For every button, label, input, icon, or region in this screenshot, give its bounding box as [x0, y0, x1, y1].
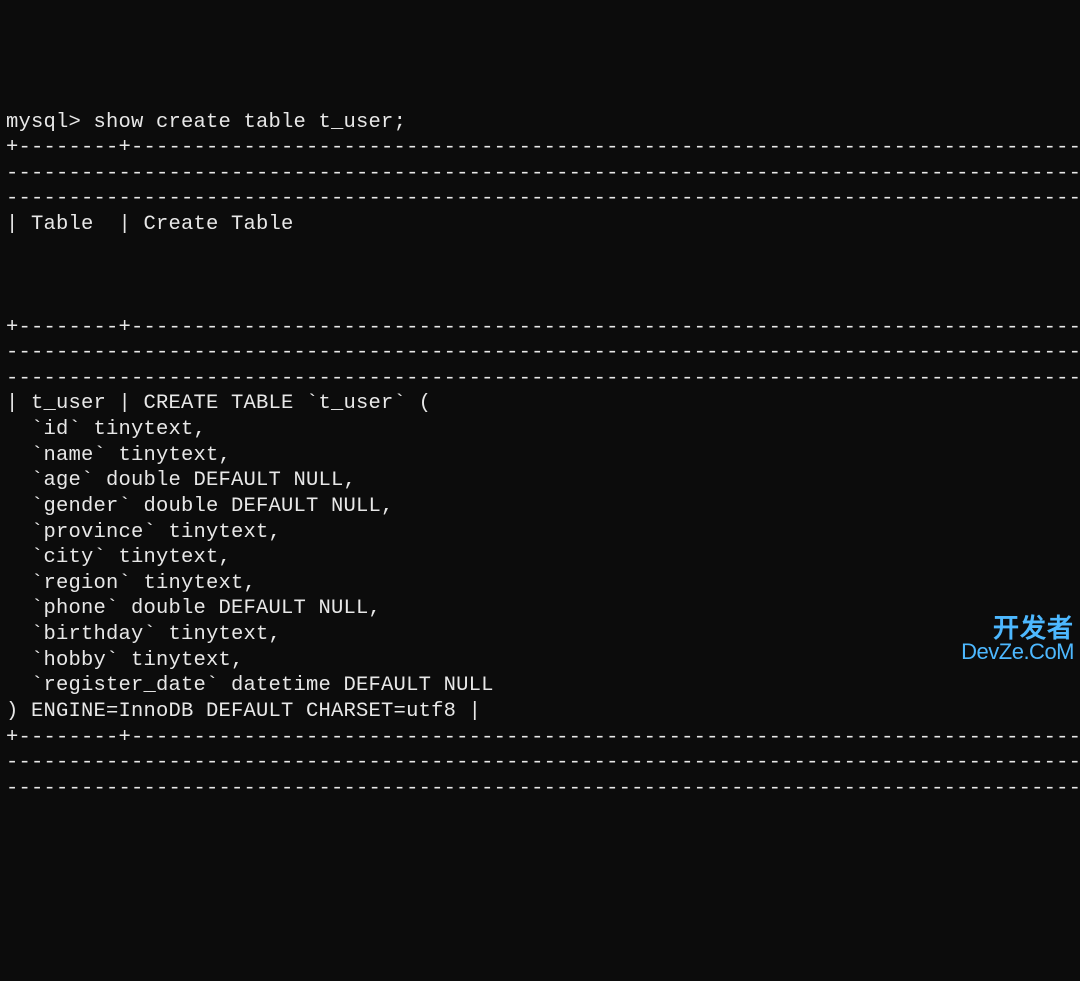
separator-line: +--------+------------------------------…	[6, 316, 1080, 339]
separator-line: +--------+------------------------------…	[6, 136, 1080, 159]
separator-line: ----------------------------------------…	[6, 751, 1080, 774]
separator-line: +--------+------------------------------…	[6, 726, 1080, 749]
column-definition: `age` double DEFAULT NULL,	[6, 469, 356, 492]
column-definition: `gender` double DEFAULT NULL,	[6, 495, 394, 518]
watermark-text-top: 开发者	[993, 615, 1074, 641]
column-definition: `id` tinytext,	[6, 418, 206, 441]
watermark: 开发者 DevZe.CoM	[961, 615, 1074, 663]
table-header-end: |	[6, 290, 1080, 313]
column-definition: `hobby` tinytext,	[6, 649, 244, 672]
separator-line: ----------------------------------------…	[6, 777, 1080, 800]
create-table-line: | t_user | CREATE TABLE `t_user` (	[6, 392, 431, 415]
create-table-end: ) ENGINE=InnoDB DEFAULT CHARSET=utf8 |	[6, 700, 481, 723]
watermark-text-bottom: DevZe.CoM	[961, 641, 1074, 663]
column-definition: `register_date` datetime DEFAULT NULL	[6, 674, 494, 697]
column-definition: `region` tinytext,	[6, 572, 256, 595]
separator-line: ----------------------------------------…	[6, 341, 1080, 364]
table-header: | Table | Create Table	[6, 213, 294, 236]
column-definition: `birthday` tinytext,	[6, 623, 281, 646]
separator-line: ----------------------------------------…	[6, 187, 1080, 210]
mysql-prompt: mysql>	[6, 111, 94, 134]
column-definition: `phone` double DEFAULT NULL,	[6, 597, 381, 620]
separator-line: ----------------------------------------…	[6, 162, 1080, 185]
separator-line: ----------------------------------------…	[6, 367, 1080, 390]
terminal-output: mysql> show create table t_user; +------…	[6, 110, 1074, 802]
column-definition: `province` tinytext,	[6, 521, 281, 544]
column-definition: `city` tinytext,	[6, 546, 231, 569]
sql-command: show create table t_user;	[94, 111, 407, 134]
column-definition: `name` tinytext,	[6, 444, 231, 467]
